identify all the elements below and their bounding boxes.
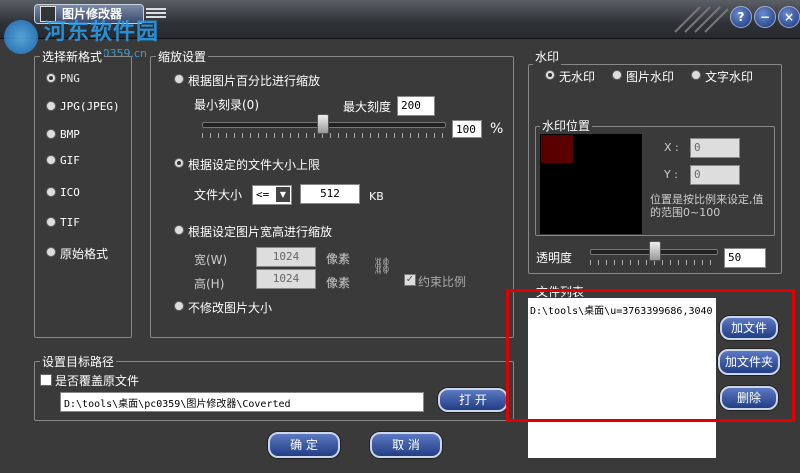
watermark-group-label: 水印 <box>533 48 562 65</box>
chevron-down-icon: ▼ <box>276 187 290 202</box>
format-option-jpg[interactable]: JPG(JPEG) <box>46 100 126 114</box>
x-label: X : <box>664 141 679 154</box>
radio-icon <box>46 101 56 111</box>
filesize-input[interactable]: 512 <box>300 184 360 204</box>
scale-option-filesize[interactable]: 根据设定的文件大小上限 <box>174 157 374 172</box>
radio-icon <box>174 158 184 168</box>
radio-icon <box>46 155 56 165</box>
y-input[interactable]: 0 <box>690 165 740 185</box>
format-option-gif[interactable]: GIF <box>46 154 126 168</box>
radio-icon <box>46 247 56 257</box>
watermark-logo-icon <box>4 20 38 54</box>
minimize-icon[interactable]: − <box>754 6 776 28</box>
format-option-original[interactable]: 原始格式 <box>46 246 126 261</box>
ok-button[interactable]: 确 定 <box>268 432 340 458</box>
format-option-ico[interactable]: ICO <box>46 186 126 200</box>
highlight-box <box>506 289 795 422</box>
radio-icon <box>691 70 701 80</box>
watermark-position-label: 水印位置 <box>540 117 593 134</box>
percent-slider-thumb[interactable] <box>317 114 329 134</box>
position-note: 位置是按比例来设定,值的范围0~100 <box>650 193 764 219</box>
watermark-option-image[interactable]: 图片水印 <box>612 69 682 84</box>
keep-ratio-label: 约束比例 <box>418 275 467 289</box>
target-path-input[interactable]: D:\tools\桌面\pc0359\图片修改器\Coverted <box>60 392 424 412</box>
format-option-bmp[interactable]: BMP <box>46 128 126 142</box>
watermark-site-text: 河东软件园 <box>44 20 160 45</box>
filesize-label: 文件大小 <box>194 188 243 202</box>
format-group-label: 选择新格式 <box>40 48 105 65</box>
height-unit: 像素 <box>326 276 351 290</box>
radio-icon <box>612 70 622 80</box>
max-scale-label: 最大刻度 <box>343 100 392 114</box>
scale-option-wh[interactable]: 根据设定图片宽高进行缩放 <box>174 224 374 239</box>
target-path-label: 设置目标路径 <box>40 353 117 370</box>
overwrite-checkbox[interactable] <box>40 373 54 387</box>
max-scale-input[interactable]: 200 <box>397 96 435 116</box>
radio-icon <box>174 225 184 235</box>
close-icon[interactable]: × <box>778 6 800 28</box>
opacity-input[interactable]: 50 <box>724 248 766 268</box>
width-input[interactable]: 1024 <box>256 247 316 267</box>
keep-ratio-checkbox[interactable]: ✓ <box>404 274 416 286</box>
checkbox-icon <box>40 374 52 386</box>
min-scale-label: 最小刻录(0) <box>194 98 259 112</box>
radio-icon <box>46 73 56 83</box>
x-input[interactable]: 0 <box>690 138 740 158</box>
radio-icon <box>46 187 56 197</box>
open-button[interactable]: 打 开 <box>438 388 508 412</box>
width-unit: 像素 <box>326 252 351 266</box>
cancel-button[interactable]: 取 消 <box>370 432 442 458</box>
scale-option-percent[interactable]: 根据图片百分比进行缩放 <box>174 73 374 88</box>
radio-icon <box>174 301 184 311</box>
help-icon[interactable]: ? <box>730 6 752 28</box>
format-option-tif[interactable]: TIF <box>46 216 126 230</box>
percent-input[interactable]: 100 <box>452 120 482 138</box>
radio-icon <box>545 70 555 80</box>
watermark-option-none[interactable]: 无水印 <box>545 69 605 84</box>
radio-icon <box>46 129 56 139</box>
scale-option-none[interactable]: 不修改图片大小 <box>174 300 374 315</box>
y-label: Y : <box>664 168 678 181</box>
filesize-unit: KB <box>369 190 384 203</box>
percent-unit: % <box>490 121 504 137</box>
watermark-position-marker[interactable] <box>541 135 573 163</box>
titlebar-decoration <box>674 6 729 33</box>
opacity-slider-thumb[interactable] <box>649 241 661 261</box>
opacity-label: 透明度 <box>536 251 573 265</box>
height-input[interactable]: 1024 <box>256 269 316 289</box>
watermark-option-text[interactable]: 文字水印 <box>691 69 761 84</box>
radio-icon <box>46 217 56 227</box>
format-option-png[interactable]: PNG <box>46 72 126 86</box>
scale-group-label: 缩放设置 <box>156 48 209 65</box>
link-chain-icon: ⛓ <box>372 256 393 275</box>
width-label: 宽(W) <box>194 253 228 267</box>
height-label: 高(H) <box>194 277 225 291</box>
operator-select[interactable]: <= ▼ <box>252 185 292 205</box>
radio-icon <box>174 74 184 84</box>
overwrite-label: 是否覆盖原文件 <box>55 374 140 388</box>
